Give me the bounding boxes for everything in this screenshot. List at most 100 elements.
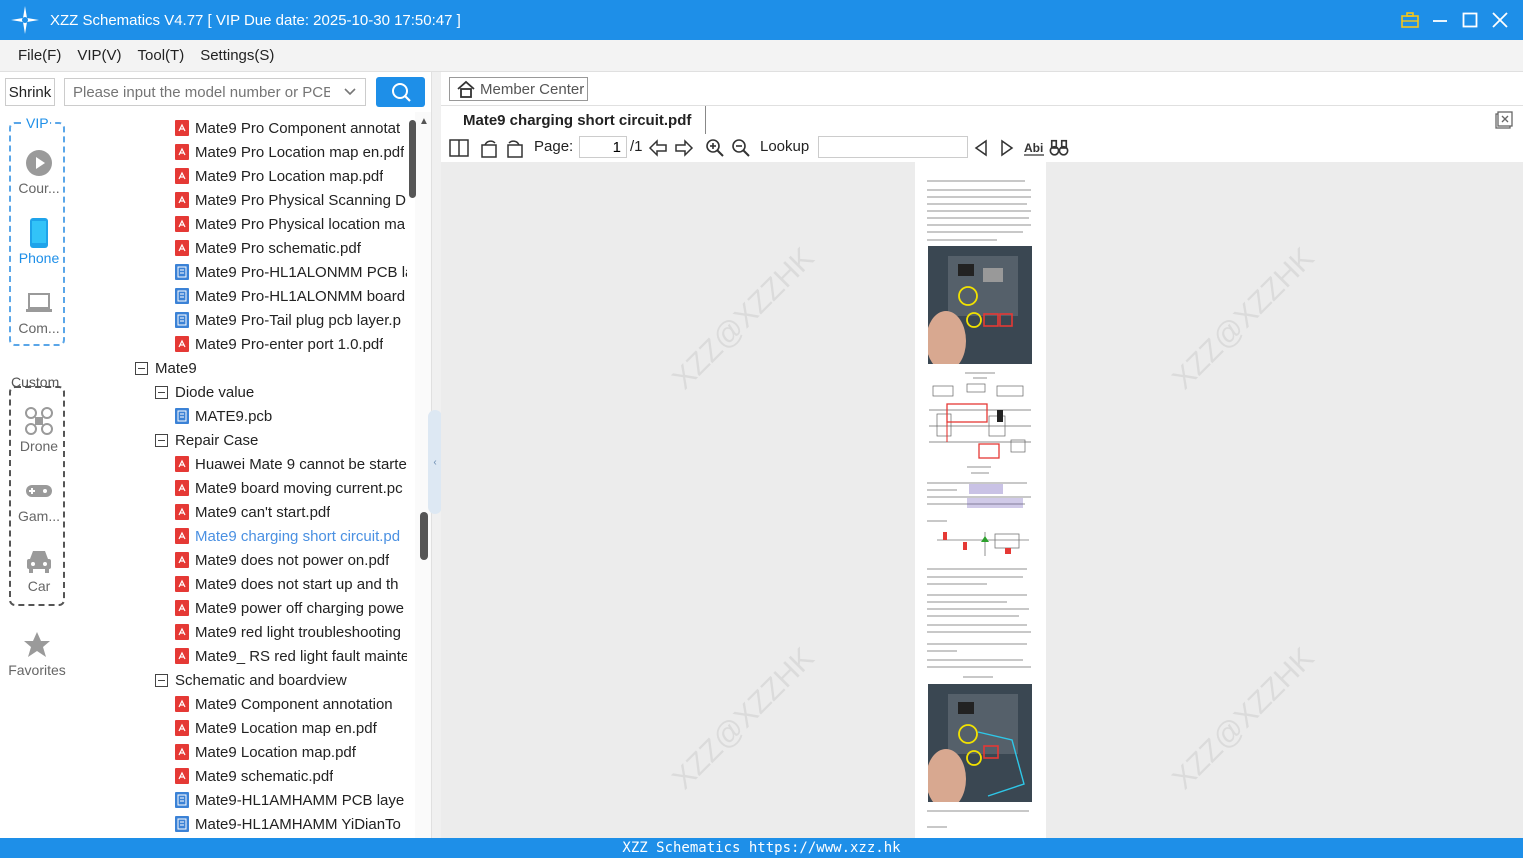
chevron-down-icon[interactable] <box>343 83 357 101</box>
pdf-viewer[interactable]: XZZ@XZZHK XZZ@XZZHK XZZ@XZZHK XZZ@XZZHK <box>441 162 1523 838</box>
car-icon <box>27 551 51 573</box>
tree-file[interactable]: Mate9 Pro-HL1ALONMM PCB la <box>175 260 407 284</box>
find-previous-icon[interactable] <box>971 138 991 158</box>
page-number-input[interactable] <box>579 136 627 158</box>
tree-folder[interactable]: Diode value <box>155 380 407 404</box>
match-case-icon[interactable]: Abi <box>1023 138 1045 158</box>
tree-file[interactable]: Mate9 does not power on.pdf <box>175 548 407 572</box>
menu-tool[interactable]: Tool(T) <box>138 47 185 64</box>
next-page-icon[interactable] <box>674 138 694 158</box>
watermark: XZZ@XZZHK <box>1166 241 1321 396</box>
rotate-right-icon[interactable] <box>505 138 525 158</box>
pdf-file-icon <box>175 120 189 136</box>
tree-file[interactable]: Mate9 board moving current.pc <box>175 476 407 500</box>
member-center-button[interactable]: Member Center <box>449 77 588 101</box>
search-combobox[interactable] <box>64 78 366 106</box>
sidebar-toggle-icon[interactable] <box>449 138 469 158</box>
close-tab-icon[interactable] <box>1495 111 1513 129</box>
tree-item-label: Mate9 power off charging powe <box>195 599 405 617</box>
nav-item-computer[interactable]: Com... <box>11 286 67 336</box>
pdf-page <box>915 162 1046 838</box>
tree-file[interactable]: Mate9 charging short circuit.pd <box>175 524 407 548</box>
tree-file[interactable]: Mate9 Pro Physical Scanning D <box>175 188 407 212</box>
tree-file[interactable]: Mate9 Pro Physical location ma <box>175 212 407 236</box>
tree-folder[interactable]: Repair Case <box>155 428 407 452</box>
close-button[interactable] <box>1491 11 1509 29</box>
maximize-button[interactable] <box>1461 11 1479 29</box>
tree-item-label: Mate9 Pro-HL1ALONMM board <box>195 287 406 305</box>
tree-file[interactable]: Mate9 schematic.pdf <box>175 764 407 788</box>
tree-file[interactable]: Mate9 Pro-Tail plug pcb layer.p <box>175 308 407 332</box>
menu-vip[interactable]: VIP(V) <box>77 47 121 64</box>
tree-file[interactable]: Mate9 Location map en.pdf <box>175 716 407 740</box>
shrink-button[interactable]: Shrink <box>5 78 55 106</box>
tree-file[interactable]: Mate9_ RS red light fault mainte <box>175 644 407 668</box>
pcb-file-icon <box>175 288 189 304</box>
pdf-file-icon <box>175 768 189 784</box>
tree-item-label: Mate9 can't start.pdf <box>195 503 331 521</box>
tree-file[interactable]: Mate9 Pro-enter port 1.0.pdf <box>175 332 407 356</box>
minimize-button[interactable] <box>1431 11 1449 29</box>
tree-file[interactable]: Mate9-HL1AMHAMM PCB laye <box>175 788 407 812</box>
tree-file[interactable]: Mate9 Component annotation <box>175 692 407 716</box>
briefcase-icon[interactable] <box>1401 11 1419 29</box>
nav-item-course[interactable]: Cour... <box>11 146 67 196</box>
tree-folder[interactable]: Mate9 <box>135 356 407 380</box>
tree-file[interactable]: Mate9 Pro schematic.pdf <box>175 236 407 260</box>
search-input[interactable] <box>65 79 330 105</box>
search-button[interactable] <box>376 77 425 107</box>
tree-file[interactable]: Mate9 Pro Component annotat <box>175 116 407 140</box>
nav-item-drone[interactable]: Drone <box>11 404 67 454</box>
tree-file[interactable]: Mate9 red light troubleshooting <box>175 620 407 644</box>
tree-item-label: Mate9 Pro-Tail plug pcb layer.p <box>195 311 401 329</box>
nav-item-phone[interactable]: Phone <box>11 216 67 266</box>
nav-item-car[interactable]: Car <box>11 544 67 594</box>
tree-item-label: Mate9 Pro Location map.pdf <box>195 167 384 185</box>
tree-file[interactable]: Mate9-HL1AMHAMM YiDianTo <box>175 812 407 836</box>
laptop-icon <box>26 293 52 312</box>
tree-file[interactable]: Huawei Mate 9 cannot be starte <box>175 452 407 476</box>
rotate-left-icon[interactable] <box>479 138 499 158</box>
lookup-input[interactable] <box>818 136 968 158</box>
watermark: XZZ@XZZHK <box>1166 641 1321 796</box>
menu-settings[interactable]: Settings(S) <box>200 47 274 64</box>
tree-file[interactable]: Mate9 can't start.pdf <box>175 500 407 524</box>
tree-scroll-thumb[interactable] <box>409 120 416 198</box>
scroll-up-icon[interactable]: ▲ <box>419 116 429 127</box>
lookup-label: Lookup <box>760 138 810 155</box>
collapse-handle[interactable]: ‹ <box>428 410 442 514</box>
tree-file[interactable]: Mate9 Pro Location map.pdf <box>175 164 407 188</box>
watermark: XZZ@XZZHK <box>666 641 821 796</box>
tree-item-label: Mate9 red light troubleshooting <box>195 623 401 641</box>
collapse-toggle-icon[interactable] <box>155 433 168 447</box>
collapse-toggle-icon[interactable] <box>135 361 148 375</box>
previous-page-icon[interactable] <box>648 138 668 158</box>
nav-item-label: Favorites <box>8 662 66 678</box>
zoom-out-icon[interactable] <box>731 138 751 158</box>
gamepad-icon <box>26 485 52 497</box>
tree-file[interactable]: Mate9 power off charging powe <box>175 596 407 620</box>
tree-item-label: Mate9 Pro-HL1ALONMM PCB la <box>195 263 407 281</box>
collapse-toggle-icon[interactable] <box>155 385 168 399</box>
tab-document[interactable]: Mate9 charging short circuit.pdf <box>449 106 707 134</box>
tree-file[interactable]: Mate9 Pro-HL1ALONMM board <box>175 284 407 308</box>
find-next-icon[interactable] <box>997 138 1017 158</box>
pdf-file-icon <box>175 480 189 496</box>
collapse-toggle-icon[interactable] <box>155 673 168 687</box>
nav-item-game[interactable]: Gam... <box>11 474 67 524</box>
tree-item-label: Huawei Mate 9 cannot be starte <box>195 455 407 473</box>
menu-file[interactable]: File(F) <box>18 47 61 64</box>
tree-file[interactable]: Mate9 does not start up and th <box>175 572 407 596</box>
zoom-in-icon[interactable] <box>705 138 725 158</box>
tree-file[interactable]: Mate9 Location map.pdf <box>175 740 407 764</box>
tree-folder[interactable]: Schematic and boardview <box>155 668 407 692</box>
tree-file[interactable]: Mate9 Pro Location map en.pdf <box>175 140 407 164</box>
pdf-toolbar: Page: /1 Lookup Abi <box>441 135 1523 161</box>
tree-file[interactable]: MATE9.pcb <box>175 404 407 428</box>
nav-item-favorites[interactable]: Favorites <box>5 628 69 678</box>
pdf-file-icon <box>175 624 189 640</box>
pdf-file-icon <box>175 552 189 568</box>
tree-scroll-thumb-secondary[interactable] <box>420 512 428 560</box>
binoculars-icon[interactable] <box>1049 138 1069 158</box>
tree-item-label: Diode value <box>175 383 255 401</box>
